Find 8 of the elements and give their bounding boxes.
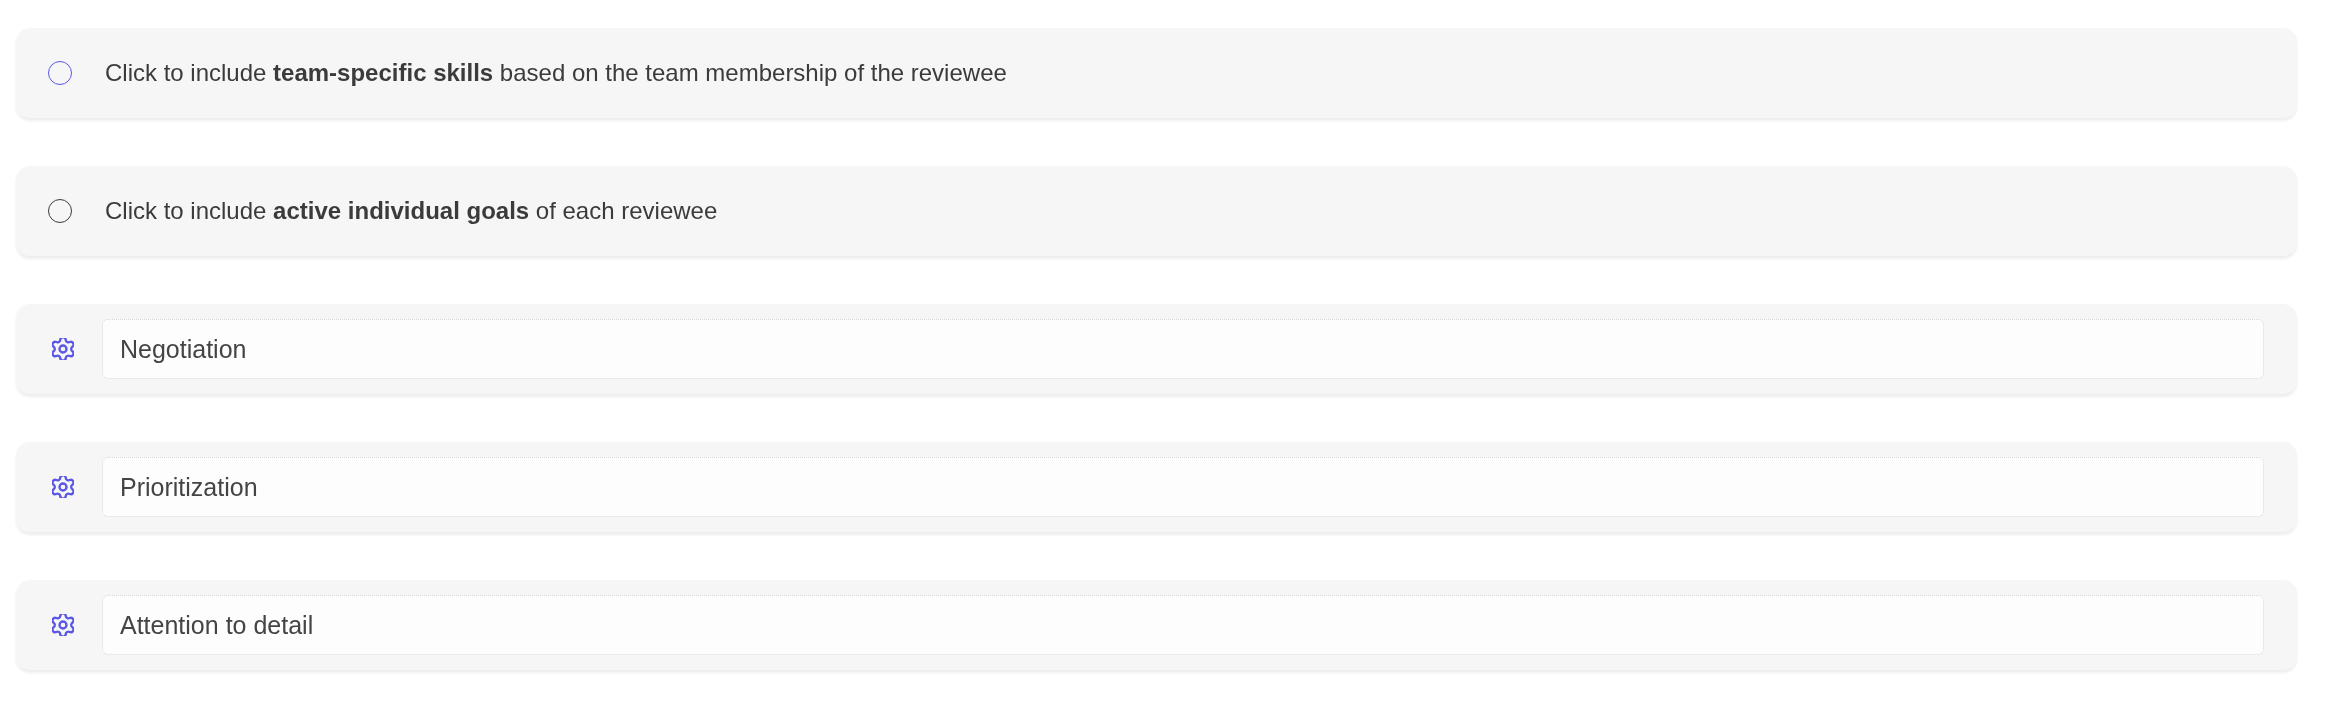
settings-icon[interactable] [52, 338, 74, 360]
input-field[interactable]: Attention to detail [102, 595, 2264, 655]
option-label[interactable]: Click to include team-specific skills based on the team membership of the reviewee [105, 55, 1007, 91]
input-field[interactable]: Negotiation [102, 319, 2264, 379]
input-field[interactable]: Prioritization [102, 457, 2264, 517]
settings-icon[interactable] [52, 614, 74, 636]
settings-icon[interactable] [52, 476, 74, 498]
option-label[interactable]: Click to include active individual goals of each reviewee [105, 193, 718, 229]
